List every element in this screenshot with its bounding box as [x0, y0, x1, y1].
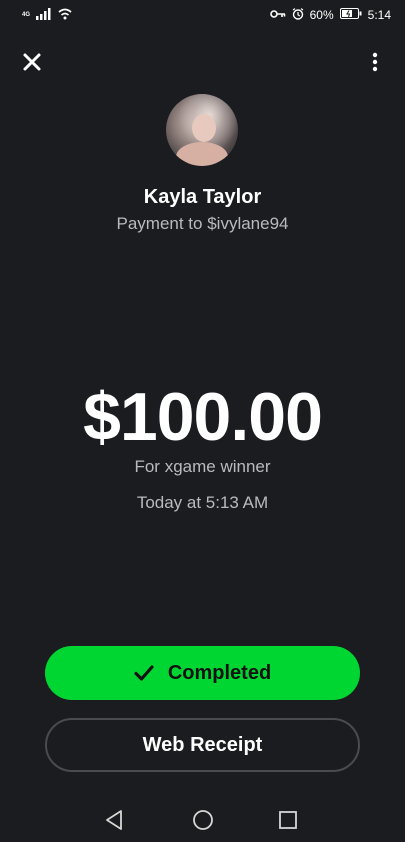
avatar-shoulders — [176, 142, 228, 166]
more-vertical-icon — [372, 52, 378, 72]
home-icon[interactable] — [192, 809, 214, 836]
status-right-group: 60% 5:14 — [269, 7, 391, 23]
system-nav-bar — [0, 800, 405, 842]
web-receipt-button[interactable]: Web Receipt — [45, 718, 360, 772]
payment-amount: $100.00 — [83, 379, 323, 455]
payment-timestamp: Today at 5:13 AM — [136, 493, 269, 512]
status-left-group: 4G — [22, 7, 72, 23]
signal-icon — [36, 7, 52, 23]
completed-status-button[interactable]: Completed — [45, 646, 360, 700]
web-receipt-label: Web Receipt — [142, 733, 263, 756]
payment-recipient-handle: Payment to $ivylane94 — [116, 214, 289, 233]
check-icon — [134, 665, 154, 681]
more-options-button[interactable] — [365, 48, 385, 76]
battery-icon — [339, 8, 362, 22]
wifi-icon — [58, 8, 72, 23]
status-bar: 4G 60% 5:14 — [0, 0, 405, 30]
back-icon[interactable] — [104, 809, 124, 836]
alarm-icon — [292, 7, 304, 23]
clock: 5:14 — [367, 8, 391, 22]
recipient-name: Kayla Taylor — [143, 186, 262, 208]
network-type-label: 4G — [22, 12, 31, 18]
payment-note: For xgame winner — [134, 457, 271, 476]
avatar — [166, 94, 238, 166]
recents-icon[interactable] — [279, 811, 297, 834]
key-icon — [269, 8, 286, 22]
close-button[interactable] — [18, 48, 46, 76]
avatar-face — [192, 114, 216, 142]
close-icon — [23, 53, 41, 71]
completed-label: Completed — [167, 661, 272, 684]
battery-percent: 60% — [309, 8, 334, 22]
